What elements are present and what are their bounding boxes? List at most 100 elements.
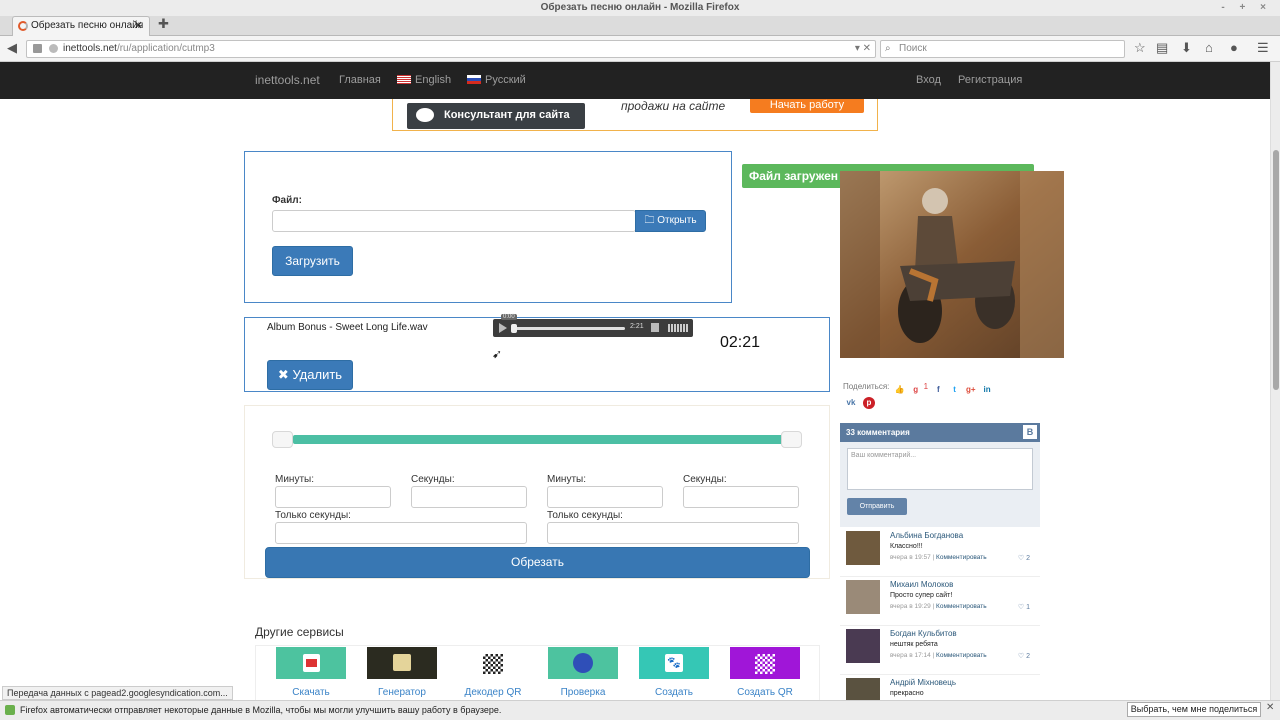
- start-only-seconds-input[interactable]: [275, 522, 527, 544]
- facebook-icon[interactable]: f: [932, 384, 944, 396]
- seek-handle[interactable]: [511, 324, 517, 333]
- start-minutes-input[interactable]: [275, 486, 391, 508]
- start-minutes-label: Минуты:: [275, 474, 314, 485]
- url-dropdown-icon[interactable]: ▾ ✕: [855, 41, 871, 57]
- nav-russian[interactable]: Русский: [467, 74, 526, 86]
- nav-english[interactable]: English: [397, 74, 451, 86]
- comment-likes[interactable]: ♡ 1: [1018, 603, 1030, 611]
- bookmark-star-icon[interactable]: ☆: [1134, 40, 1146, 56]
- avatar[interactable]: [846, 629, 880, 663]
- page-scrollbar[interactable]: [1270, 62, 1280, 700]
- window-titlebar: Обрезать песню онлайн - Mozilla Firefox …: [0, 0, 1280, 16]
- comment-reply-link[interactable]: Комментировать: [936, 603, 987, 610]
- seek-bar[interactable]: [515, 327, 625, 330]
- nav-register[interactable]: Регистрация: [958, 74, 1022, 86]
- comment-item: Богдан Кульбитов нештяк ребята вчера в 1…: [840, 627, 1040, 675]
- track-duration: 02:21: [720, 334, 761, 351]
- range-end-handle[interactable]: [781, 431, 802, 448]
- comment-author[interactable]: Богдан Кульбитов: [890, 629, 957, 638]
- share-count: 1: [923, 382, 929, 391]
- vk-comment-input[interactable]: Ваш комментарий...: [847, 448, 1033, 490]
- upload-button[interactable]: Загрузить: [272, 246, 353, 276]
- comment-author[interactable]: Михаил Молоков: [890, 580, 953, 589]
- end-minutes-input[interactable]: [547, 486, 663, 508]
- start-seconds-label: Секунды:: [411, 474, 455, 485]
- range-start-handle[interactable]: [272, 431, 293, 448]
- cut-button[interactable]: Обрезать: [265, 547, 810, 578]
- comment-text: Классно!!!: [890, 543, 923, 550]
- chat-icon[interactable]: ●: [1230, 40, 1238, 56]
- twitter-icon[interactable]: t: [949, 384, 961, 396]
- ad-banner[interactable]: Консультант для сайта продажи на сайте Н…: [392, 99, 878, 131]
- nav-english-label: English: [415, 74, 452, 86]
- linkedin-icon[interactable]: in: [981, 384, 993, 396]
- end-seconds-input[interactable]: [683, 486, 799, 508]
- tab-close-icon[interactable]: ✕: [134, 17, 143, 35]
- service-label: Создать QR: [737, 687, 793, 698]
- end-only-seconds-label: Только секунды:: [547, 510, 623, 521]
- service-label: Скачать: [292, 687, 330, 698]
- nav-home[interactable]: Главная: [339, 74, 381, 86]
- bookmarks-list-icon[interactable]: ▤: [1156, 40, 1168, 56]
- play-icon[interactable]: [499, 323, 507, 333]
- vk-comments-widget: 33 комментария В Ваш комментарий... Отпра…: [840, 423, 1040, 712]
- browser-tab[interactable]: Обрезать песню онлайн ✕: [12, 16, 150, 36]
- notification-close-icon[interactable]: ✕: [1266, 702, 1274, 713]
- file-input[interactable]: [272, 210, 636, 232]
- choose-share-button[interactable]: Выбрать, чем мне поделиться: [1127, 702, 1261, 717]
- comment-text: прекрасно: [890, 690, 924, 697]
- end-only-seconds-input[interactable]: [547, 522, 799, 544]
- home-icon[interactable]: ⌂: [1205, 40, 1213, 56]
- download-icon[interactable]: ⬇: [1181, 40, 1192, 56]
- open-file-button[interactable]: 🗀 Открыть: [635, 210, 706, 232]
- ad-consultant-button[interactable]: Консультант для сайта: [407, 103, 585, 129]
- url-bar[interactable]: inettools.net/ru/application/cutmp3 ▾ ✕: [26, 40, 876, 58]
- comment-text: Просто супер сайт!: [890, 592, 953, 599]
- site-brand[interactable]: inettools.net: [255, 73, 320, 87]
- comment-reply-link[interactable]: Комментировать: [936, 554, 987, 561]
- nav-login[interactable]: Вход: [916, 74, 941, 86]
- comment-time: вчера в 19:29: [890, 603, 931, 610]
- scrollbar-thumb[interactable]: [1273, 150, 1279, 390]
- comment-likes[interactable]: ♡ 2: [1018, 554, 1030, 562]
- gplus-share-icon[interactable]: g: [908, 384, 924, 396]
- volume-icon[interactable]: [651, 323, 659, 332]
- comment-author[interactable]: Альбина Богданова: [890, 531, 963, 540]
- audio-player[interactable]: 2:21: [493, 319, 693, 337]
- vk-share-icon[interactable]: vk: [845, 397, 857, 409]
- paw-icon: 🐾: [639, 647, 709, 679]
- comment-reply-link[interactable]: Комментировать: [936, 652, 987, 659]
- avatar[interactable]: [846, 580, 880, 614]
- start-only-seconds-label: Только секунды:: [275, 510, 351, 521]
- volume-slider[interactable]: [668, 324, 688, 332]
- search-icon: ⌕: [885, 43, 891, 54]
- avatar[interactable]: [846, 531, 880, 565]
- navigation-toolbar: ◀ inettools.net/ru/application/cutmp3 ▾ …: [0, 36, 1280, 62]
- search-placeholder: Поиск: [899, 43, 927, 54]
- start-seconds-input[interactable]: [411, 486, 527, 508]
- info-icon: [5, 705, 15, 715]
- generator-icon: [367, 647, 437, 679]
- globe-check-icon: [548, 647, 618, 679]
- range-slider[interactable]: [293, 435, 783, 444]
- comment-meta: вчера в 19:57 | Комментировать: [890, 554, 987, 561]
- googleplus-icon[interactable]: g+: [965, 384, 977, 396]
- ad-cta-button[interactable]: Начать работу: [750, 99, 864, 113]
- trim-panel: Минуты: Секунды: Минуты: Секунды: Только…: [244, 405, 830, 579]
- qr-decoder-icon: [458, 647, 528, 679]
- close-icon: ✖: [277, 367, 293, 382]
- vk-send-button[interactable]: Отправить: [847, 498, 907, 515]
- pinterest-icon[interactable]: p: [863, 397, 875, 409]
- video-ad[interactable]: [840, 171, 1064, 358]
- open-file-label: Открыть: [657, 215, 697, 226]
- delete-button[interactable]: ✖ Удалить: [267, 360, 353, 390]
- like-icon[interactable]: 👍: [894, 384, 906, 396]
- menu-icon[interactable]: ☰: [1257, 40, 1269, 56]
- vk-logo-icon: В: [1023, 425, 1037, 439]
- comment-author[interactable]: Андрій Міхновець: [890, 678, 956, 687]
- window-controls[interactable]: - + ×: [1221, 0, 1272, 16]
- new-tab-icon[interactable]: ✚: [158, 16, 169, 32]
- comment-likes[interactable]: ♡ 2: [1018, 652, 1030, 660]
- search-input[interactable]: ⌕ Поиск: [880, 40, 1125, 58]
- back-icon[interactable]: ◀: [7, 40, 17, 56]
